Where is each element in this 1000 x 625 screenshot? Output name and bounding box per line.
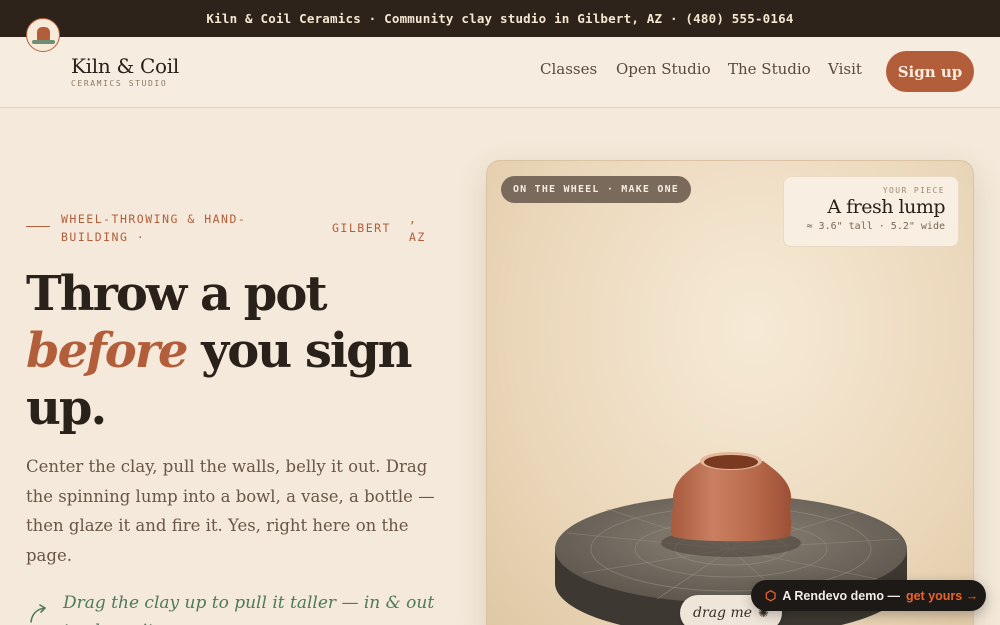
eyebrow-place-comma: , (409, 212, 418, 226)
hero-headline: Throw a pot before you sign up. (26, 266, 413, 437)
headline-accent-word: before (26, 323, 189, 379)
sign-up-button[interactable]: Sign up (886, 51, 974, 92)
announcement-text: Kiln & Coil Ceramics · Community clay st… (206, 11, 794, 26)
nav-link-visit[interactable]: Visit (828, 60, 862, 78)
nav-link-open-studio[interactable]: Open Studio (616, 60, 711, 78)
eyebrow-place: GILBERT (332, 221, 391, 235)
clay-lump (670, 461, 792, 542)
hero-description: Center the clay, pull the walls, belly i… (26, 457, 435, 565)
brand-subtitle: CERAMICS STUDIO (71, 79, 168, 88)
hexagon-logo-icon: ⬡ (765, 587, 777, 603)
piece-name: A fresh lump (827, 196, 945, 218)
nav-link-classes[interactable]: Classes (540, 60, 597, 78)
drag-hint: Drag the clay up to pull it taller — in … (63, 593, 435, 625)
drag-label: drag me (693, 605, 753, 621)
eyebrow-line-1: WHEEL-THROWING & HAND- (61, 212, 247, 226)
headline-line-3: up. (26, 380, 107, 436)
eyebrow-place-state: AZ (409, 230, 426, 244)
headline-line-2: you sign (186, 323, 412, 379)
curved-arrow-icon (30, 604, 46, 623)
get-yours-link[interactable]: get yours → (906, 589, 978, 603)
headline-line-1: Throw a pot (26, 266, 328, 322)
logo-pot-shape (37, 27, 50, 41)
rendevo-demo-badge[interactable]: ⬡ A Rendevo demo — get yours → (751, 580, 986, 611)
pottery-wheel-stage[interactable]: ON THE WHEEL · MAKE ONE YOUR PIECE A fre… (486, 160, 974, 625)
eyebrow-line-2: BUILDING · (61, 230, 146, 244)
nav-link-the-studio[interactable]: The Studio (728, 60, 811, 78)
piece-dimensions: ≈ 3.6" tall · 5.2" wide (806, 221, 945, 232)
pot-logo-icon[interactable] (26, 18, 60, 52)
eyebrow-rule (26, 226, 50, 227)
your-piece-card: YOUR PIECE A fresh lump ≈ 3.6" tall · 5.… (783, 176, 959, 247)
eyebrow-text: WHEEL-THROWING & HAND- BUILDING · (61, 210, 246, 246)
announcement-bar: Kiln & Coil Ceramics · Community clay st… (0, 0, 1000, 37)
demo-text: A Rendevo demo — (782, 588, 900, 603)
piece-label: YOUR PIECE (882, 186, 945, 195)
on-the-wheel-badge: ON THE WHEEL · MAKE ONE (501, 176, 691, 203)
logo-base-shape (32, 40, 55, 44)
brand-name[interactable]: Kiln & Coil (71, 54, 179, 78)
